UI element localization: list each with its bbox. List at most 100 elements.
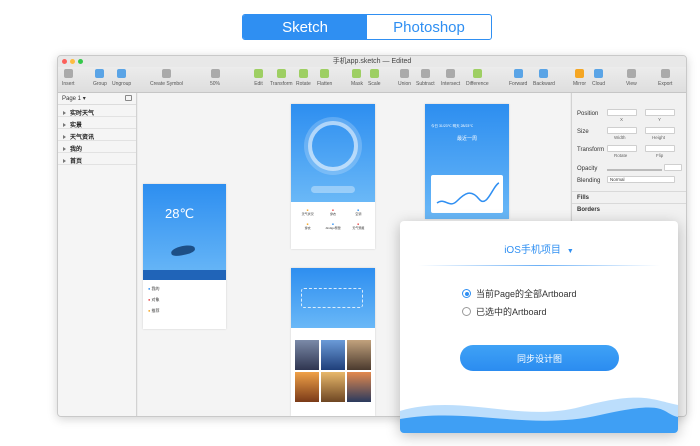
sync-button[interactable]: 同步设计图 xyxy=(460,345,619,371)
tool-switch: Sketch Photoshop xyxy=(242,14,492,40)
edit-button[interactable]: Edit xyxy=(254,69,263,87)
y-field[interactable] xyxy=(645,109,675,116)
sea-image xyxy=(143,270,226,280)
mask-icon xyxy=(352,69,362,78)
artboard-forecast[interactable]: 今日 31/23℃ 明天 28/23℃ 最近一周 xyxy=(425,104,509,219)
mirror-icon xyxy=(575,69,585,78)
flatten-button[interactable]: Flatten xyxy=(317,69,332,87)
group-icon xyxy=(95,69,105,78)
subtract-button[interactable]: Subtract xyxy=(416,69,435,87)
mirror-button[interactable]: Mirror xyxy=(573,69,586,87)
toolbar: Insert Group Ungroup Create Symbol 50% E… xyxy=(58,67,686,93)
cloud-button[interactable]: Cloud xyxy=(592,69,605,87)
layer-item[interactable]: 我的 xyxy=(58,141,136,153)
tab-photoshop[interactable]: Photoshop xyxy=(367,15,491,39)
ungroup-button[interactable]: Ungroup xyxy=(112,69,131,87)
grid-item[interactable]: ■ 穿衣 xyxy=(320,208,345,216)
wave-decoration xyxy=(400,397,678,433)
forward-button[interactable]: Forward xyxy=(509,69,527,87)
plus-icon xyxy=(63,69,73,78)
zoom-icon xyxy=(210,69,220,78)
refresh-pill[interactable] xyxy=(311,186,355,193)
transform-icon xyxy=(276,69,286,78)
temperature-label: 28℃ xyxy=(165,206,195,221)
thumb-icon: ● xyxy=(148,308,151,313)
difference-button[interactable]: Difference xyxy=(466,69,489,87)
borders-section[interactable]: Borders xyxy=(572,203,686,215)
grid-item[interactable]: ■ 空调 xyxy=(346,208,371,216)
rotate-button[interactable]: Rotate xyxy=(296,69,311,87)
bag-icon: ● xyxy=(148,297,151,302)
radio-unselected[interactable] xyxy=(462,307,471,316)
layer-item[interactable]: 首页 xyxy=(58,153,136,165)
grid-item[interactable]: ■ 天气状况 xyxy=(295,208,320,216)
layer-item[interactable]: 天气资讯 xyxy=(58,129,136,141)
menu-item[interactable]: ● 对象 xyxy=(148,294,160,305)
close-window-button[interactable] xyxy=(62,59,67,64)
transform-button[interactable]: Transform xyxy=(270,69,293,87)
height-field[interactable] xyxy=(645,127,675,134)
x-field[interactable] xyxy=(607,109,637,116)
blending-select[interactable]: Normal xyxy=(607,176,675,183)
backward-button[interactable]: Backward xyxy=(533,69,555,87)
opacity-slider[interactable] xyxy=(607,169,662,171)
photo-thumb[interactable] xyxy=(321,372,345,402)
option-selected-artboards[interactable]: 已选中的Artboard xyxy=(462,305,547,318)
zoom-window-button[interactable] xyxy=(78,59,83,64)
project-selector[interactable]: iOS手机项目 ▼ xyxy=(400,241,678,256)
height-caption: Height xyxy=(652,135,666,140)
size-label: Size xyxy=(577,129,589,135)
minimize-window-button[interactable] xyxy=(70,59,75,64)
menu-item[interactable]: ● 推荐 xyxy=(148,305,160,316)
group-button[interactable]: Group xyxy=(93,69,107,87)
create-symbol-button[interactable]: Create Symbol xyxy=(150,69,183,87)
blending-label: Blending xyxy=(577,178,601,184)
intersect-button[interactable]: Intersect xyxy=(441,69,460,87)
photo-thumb[interactable] xyxy=(295,372,319,402)
pages-toggle-icon[interactable] xyxy=(125,95,132,101)
layer-item[interactable]: 实景 xyxy=(58,117,136,129)
mask-button[interactable]: Mask xyxy=(351,69,363,87)
grid-item[interactable]: ■ 天气预报 xyxy=(346,222,371,230)
feature-grid: ■ 天气状况 ■ 穿衣 ■ 空调 ■ 穿衣 ■ Jindigo预警 ■ 天气预报 xyxy=(295,208,371,230)
tab-sketch[interactable]: Sketch xyxy=(243,15,367,39)
union-button[interactable]: Union xyxy=(398,69,411,87)
menu-item[interactable]: ● 我的 xyxy=(148,283,160,294)
rotate-caption: Rotate xyxy=(614,153,628,158)
fills-section[interactable]: Fills xyxy=(572,191,686,203)
radio-selected[interactable] xyxy=(462,289,471,298)
lettering-banner xyxy=(301,288,363,308)
export-button[interactable]: Export xyxy=(658,69,672,87)
x-caption: X xyxy=(620,117,624,122)
width-field[interactable] xyxy=(607,127,637,134)
transform-label: Transform xyxy=(577,147,605,153)
flip-control[interactable] xyxy=(645,145,675,152)
user-icon: ● xyxy=(148,286,151,291)
view-button[interactable]: View xyxy=(626,69,637,87)
opacity-field[interactable] xyxy=(664,164,682,171)
photo-thumb[interactable] xyxy=(347,372,371,402)
artboard-gallery[interactable] xyxy=(291,268,375,416)
ungroup-icon xyxy=(117,69,127,78)
artboard-realtime[interactable]: ■ 天气状况 ■ 穿衣 ■ 空调 ■ 穿衣 ■ Jindigo预警 ■ 天气预报 xyxy=(291,104,375,249)
photo-thumb[interactable] xyxy=(347,340,371,370)
option-all-artboards[interactable]: 当前Page的全部Artboard xyxy=(462,287,577,300)
photo-thumb[interactable] xyxy=(321,340,345,370)
rotate-icon xyxy=(298,69,308,78)
artboard-home[interactable]: 28℃ ● 我的 ● 对象 ● 推荐 xyxy=(143,184,226,329)
page-selector[interactable]: Page 1 ▾ xyxy=(58,93,136,105)
grid-item[interactable]: ■ Jindigo预警 xyxy=(320,222,345,230)
subtract-icon xyxy=(420,69,430,78)
export-icon xyxy=(660,69,670,78)
window-controls xyxy=(62,59,83,64)
chart-card xyxy=(431,175,503,213)
rotate-field[interactable] xyxy=(607,145,637,152)
flip-caption: Flip xyxy=(656,153,664,158)
layer-item[interactable]: 实时天气 xyxy=(58,105,136,117)
weather-header xyxy=(143,184,226,279)
photo-thumb[interactable] xyxy=(295,340,319,370)
insert-button[interactable]: Insert xyxy=(62,69,75,87)
grid-item[interactable]: ■ 穿衣 xyxy=(295,222,320,230)
scale-button[interactable]: Scale xyxy=(368,69,381,87)
zoom-control[interactable]: 50% xyxy=(210,69,220,87)
